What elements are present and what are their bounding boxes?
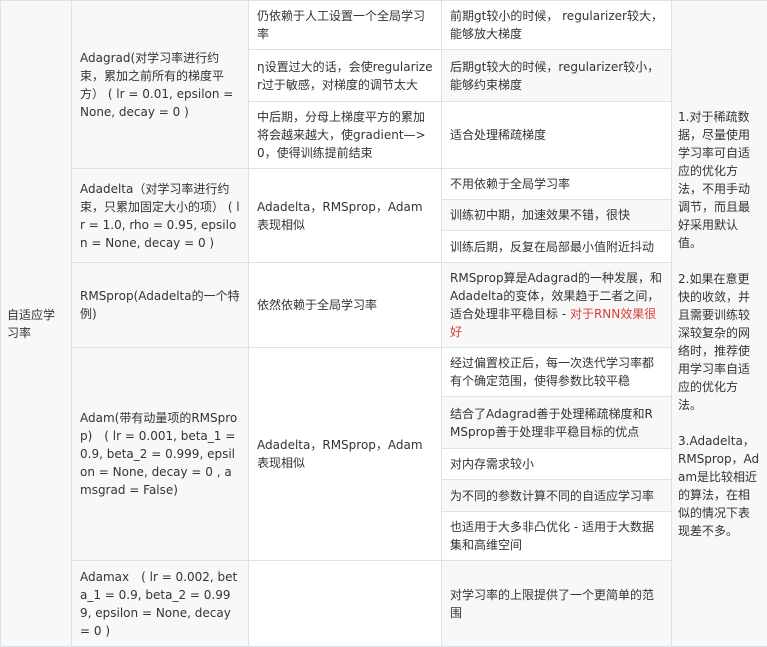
effect-cell: 训练初中期，加速效果不错，很快 [442,200,672,231]
optimizer-name-rmsprop: RMSprop(Adadelta的一个特例) [72,263,249,348]
effect-cell: 不用依赖于全局学习率 [442,169,672,200]
effect-cell: 结合了Adagrad善于处理稀疏梯度和RMSprop善于处理非平稳目标的优点 [442,397,672,449]
note-1: 1.对于稀疏数据，尽量使用学习率可自适应的优化方法，不用手动调节，而且最好采用默… [678,108,761,252]
table-row: Adamax ( lr = 0.002, beta_1 = 0.9, beta_… [1,561,767,647]
feature-cell: Adadelta，RMSprop，Adam表现相似 [249,348,442,561]
table-row: Adadelta（对学习率进行约束，只累加固定大小的项） ( lr = 1.0,… [1,169,767,200]
effect-cell: 前期gt较小的时候， regularizer较大，能够放大梯度 [442,1,672,50]
table-row: RMSprop(Adadelta的一个特例) 依然依赖于全局学习率 RMSpro… [1,263,767,348]
effect-cell: 为不同的参数计算不同的自适应学习率 [442,480,672,512]
effect-cell: 训练后期，反复在局部最小值附近抖动 [442,231,672,263]
effect-cell: 对内存需求较小 [442,449,672,480]
feature-cell: 中后期，分母上梯度平方的累加将会越来越大，使gradient—>0，使得训练提前… [249,102,442,169]
note-3: 3.Adadelta，RMSprop，Adam是比较相近的算法，在相似的情况下表… [678,432,761,540]
optimizer-name-adagrad: Adagrad(对学习率进行约束，累加之前所有的梯度平方） ( lr = 0.0… [72,1,249,169]
optimizer-name-adamax: Adamax ( lr = 0.002, beta_1 = 0.9, beta_… [72,561,249,647]
feature-cell: 仍依赖于人工设置一个全局学习率 [249,1,442,50]
optimizer-name-adadelta: Adadelta（对学习率进行约束，只累加固定大小的项） ( lr = 1.0,… [72,169,249,263]
optimizer-name-adam: Adam(带有动量项的RMSprop) ( lr = 0.001, beta_1… [72,348,249,561]
effect-cell: 适合处理稀疏梯度 [442,102,672,169]
effect-cell: RMSprop算是Adagrad的一种发展，和Adadelta的变体，效果趋于二… [442,263,672,348]
category-cell: 自适应学习率 [1,1,72,647]
feature-cell: 依然依赖于全局学习率 [249,263,442,348]
effect-cell: 对学习率的上限提供了一个更简单的范围 [442,561,672,647]
effect-cell: 后期gt较大的时候，regularizer较小，能够约束梯度 [442,50,672,102]
table-row: Adam(带有动量项的RMSprop) ( lr = 0.001, beta_1… [1,348,767,397]
table-row: 自适应学习率 Adagrad(对学习率进行约束，累加之前所有的梯度平方） ( l… [1,1,767,50]
feature-cell: Adadelta，RMSprop，Adam表现相似 [249,169,442,263]
effect-cell: 经过偏置校正后，每一次迭代学习率都有个确定范围，使得参数比较平稳 [442,348,672,397]
feature-cell: η设置过大的话，会使regularizer过于敏感，对梯度的调节太大 [249,50,442,102]
feature-cell [249,561,442,647]
notes-cell: 1.对于稀疏数据，尽量使用学习率可自适应的优化方法，不用手动调节，而且最好采用默… [672,1,767,647]
note-2: 2.如果在意更快的收敛，并且需要训练较深较复杂的网络时，推荐使用学习率自适应的优… [678,270,761,414]
optimizer-comparison-table: 自适应学习率 Adagrad(对学习率进行约束，累加之前所有的梯度平方） ( l… [0,0,767,647]
effect-cell: 也适用于大多非凸优化 - 适用于大数据集和高维空间 [442,512,672,561]
